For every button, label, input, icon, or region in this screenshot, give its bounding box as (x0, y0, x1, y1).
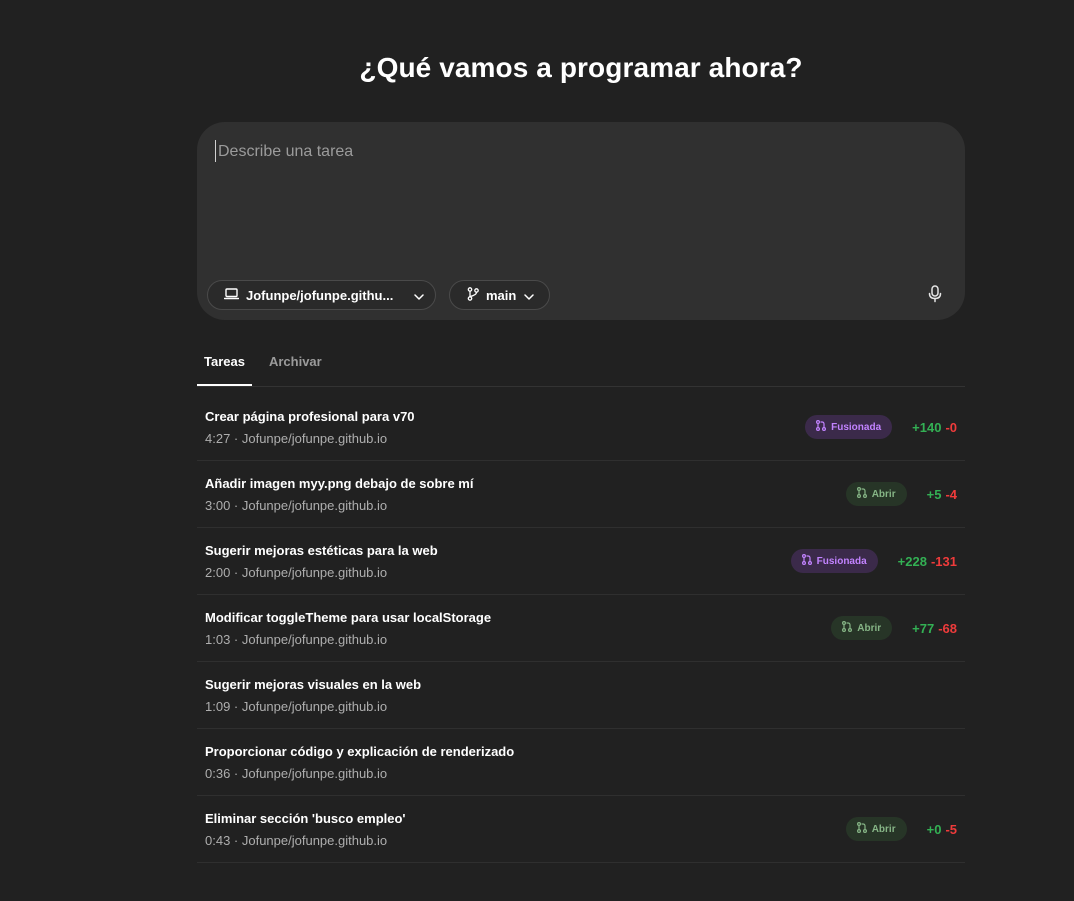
task-meta: 4:27 · Jofunpe/jofunpe.github.io (205, 431, 388, 446)
diff-deletions: -5 (945, 821, 957, 837)
task-status-area: Fusionada +228 -131 (790, 549, 957, 573)
pr-status-label: Fusionada (831, 421, 882, 433)
task-meta: 1:03 · Jofunpe/jofunpe.github.io (205, 632, 388, 647)
task-row[interactable]: Sugerir mejoras estéticas para la web 2:0… (197, 528, 965, 595)
task-meta: 3:00 · Jofunpe/jofunpe.github.io (205, 498, 388, 513)
task-meta: 2:00 · Jofunpe/jofunpe.github.io (205, 565, 388, 580)
pr-status-badge[interactable]: Abrir (831, 616, 893, 640)
task-tabs: Tareas Archivar (197, 342, 965, 387)
task-composer: Jofunpe/jofunpe.githu... main (197, 122, 965, 320)
laptop-icon (223, 287, 240, 303)
diff-stats: +140 -0 (900, 420, 957, 435)
pr-status-label: Abrir (857, 622, 882, 634)
task-status-area: Abrir +77 -68 (831, 616, 957, 640)
diff-deletions: -4 (945, 486, 957, 502)
diff-additions: +140 (912, 419, 942, 435)
diff-stats: +5 -4 (915, 487, 957, 502)
chevron-down-icon (414, 288, 424, 303)
diff-deletions: -131 (930, 553, 957, 569)
pr-status-label: Abrir (871, 823, 896, 835)
task-title: Proporcionar código y explicación de ren… (205, 744, 515, 759)
task-row[interactable]: Añadir imagen myy.png debajo de sobre mí… (197, 461, 965, 528)
diff-stats: +0 -5 (915, 822, 957, 837)
microphone-icon[interactable] (923, 282, 947, 306)
git-branch-icon (467, 286, 479, 304)
task-meta: 1:09 · Jofunpe/jofunpe.github.io (205, 699, 388, 714)
diff-deletions: -0 (945, 419, 957, 435)
task-title: Eliminar sección 'busco empleo' (205, 811, 406, 826)
diff-deletions: -68 (938, 620, 957, 636)
task-title: Crear página profesional para v70 (205, 409, 415, 424)
chevron-down-icon (524, 288, 535, 303)
pull-request-icon (842, 621, 857, 635)
pull-request-icon (856, 487, 872, 501)
task-title: Sugerir mejoras estéticas para la web (205, 543, 438, 558)
task-status-area: Abrir +5 -4 (845, 482, 957, 506)
diff-stats: +77 -68 (900, 621, 957, 636)
pr-status-badge[interactable]: Fusionada (805, 415, 893, 439)
branch-selector-label: main (486, 287, 517, 303)
task-row[interactable]: Sugerir mejoras visuales en la web 1:09 ·… (197, 662, 965, 729)
pull-request-icon (801, 554, 817, 568)
pr-status-badge[interactable]: Fusionada (790, 549, 878, 573)
diff-stats: +228 -131 (886, 554, 957, 569)
pull-request-icon (816, 420, 831, 434)
pr-status-badge[interactable]: Abrir (845, 482, 907, 506)
diff-additions: +77 (912, 620, 935, 636)
task-title: Sugerir mejoras visuales en la web (205, 677, 422, 692)
repo-selector[interactable]: Jofunpe/jofunpe.githu... (207, 280, 436, 310)
pr-status-badge[interactable]: Abrir (845, 817, 907, 841)
tab-archivar[interactable]: Archivar (262, 342, 329, 385)
task-status-area: Fusionada +140 -0 (805, 415, 957, 439)
task-input[interactable] (215, 140, 938, 162)
task-status-area: Abrir +0 -5 (845, 817, 957, 841)
page-title: ¿Qué vamos a programar ahora? (359, 52, 803, 83)
task-row[interactable]: Proporcionar código y explicación de ren… (197, 729, 965, 796)
task-row[interactable]: Eliminar sección 'busco empleo' 0:43 · Jo… (197, 796, 965, 863)
task-row[interactable]: Modificar toggleTheme para usar localSto… (197, 595, 965, 662)
diff-additions: +228 (897, 553, 927, 569)
tab-tareas[interactable]: Tareas (197, 342, 252, 386)
task-title: Modificar toggleTheme para usar localSto… (205, 610, 492, 625)
task-meta: 0:43 · Jofunpe/jofunpe.github.io (205, 833, 388, 848)
repo-selector-label: Jofunpe/jofunpe.githu... (246, 287, 394, 303)
branch-selector[interactable]: main (449, 280, 550, 310)
diff-additions: +5 (926, 486, 942, 502)
task-row[interactable]: Crear página profesional para v70 4:27 · … (197, 394, 965, 461)
task-list: Crear página profesional para v70 4:27 · … (197, 394, 965, 863)
task-title: Añadir imagen myy.png debajo de sobre mí (205, 476, 474, 491)
pr-status-label: Abrir (871, 488, 896, 500)
pull-request-icon (856, 822, 872, 836)
diff-additions: +0 (926, 821, 942, 837)
task-meta: 0:36 · Jofunpe/jofunpe.github.io (205, 766, 388, 781)
pr-status-label: Fusionada (816, 555, 867, 567)
